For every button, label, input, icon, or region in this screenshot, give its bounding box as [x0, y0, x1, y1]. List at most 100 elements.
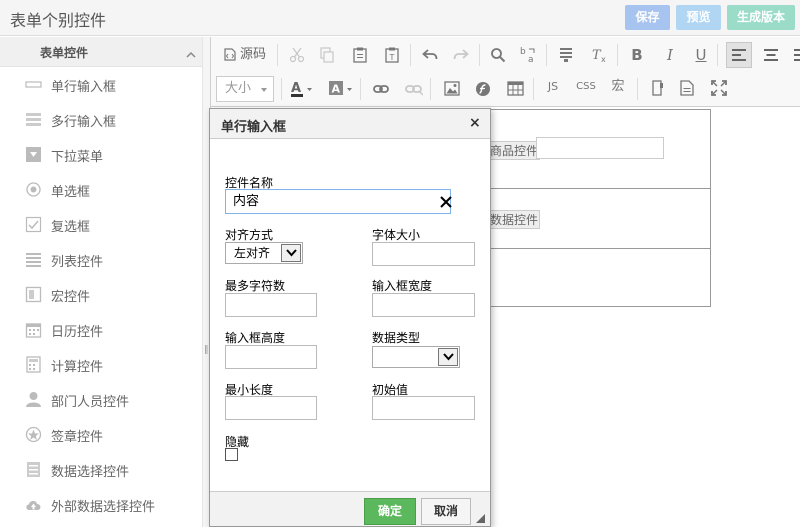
- svg-text:b: b: [520, 47, 526, 57]
- align-select[interactable]: 左对齐: [225, 242, 303, 264]
- control-name-value: 内容: [233, 194, 260, 209]
- clear-icon[interactable]: [440, 196, 452, 208]
- sidebar-item-department-user[interactable]: 部门人员控件: [0, 382, 200, 417]
- toolbar-separator: [533, 78, 534, 100]
- sidebar-item-label: 数据选择控件: [51, 465, 130, 480]
- table-icon[interactable]: [507, 81, 524, 96]
- copy-icon[interactable]: [319, 47, 335, 63]
- generate-version-button[interactable]: 生成版本: [727, 5, 795, 30]
- min-length-input[interactable]: [225, 396, 317, 420]
- image-icon[interactable]: [444, 81, 460, 96]
- font-color-icon[interactable]: A: [290, 79, 314, 99]
- font-size-placeholder: 大小: [225, 81, 252, 96]
- background-color-icon[interactable]: A: [328, 79, 354, 99]
- js-button[interactable]: JS: [544, 75, 562, 99]
- replace-icon[interactable]: ba: [520, 46, 538, 64]
- sidebar-item-radio[interactable]: 单选框: [0, 172, 200, 207]
- align-center-icon[interactable]: [764, 49, 778, 61]
- undo-icon[interactable]: [422, 47, 438, 63]
- sidebar-item-label: 外部数据选择控件: [51, 500, 156, 515]
- sidebar-item-label: 复选框: [51, 220, 91, 235]
- toolbar-separator: [546, 44, 547, 66]
- flash-icon[interactable]: [475, 81, 491, 97]
- cancel-button[interactable]: 取消: [421, 498, 471, 525]
- sidebar-item-label: 下拉菜单: [51, 150, 104, 165]
- document-icon[interactable]: [680, 80, 694, 96]
- format-block-icon[interactable]: [558, 47, 574, 63]
- sidebar-item-list[interactable]: 列表控件: [0, 242, 200, 277]
- unlink-icon[interactable]: [405, 82, 423, 96]
- clear-format-icon[interactable]: Tx: [591, 47, 608, 63]
- source-icon: [224, 48, 236, 61]
- sidebar-item-seal[interactable]: 签章控件: [0, 417, 200, 452]
- list-icon: [26, 253, 41, 267]
- align-right-icon[interactable]: [794, 49, 800, 61]
- sidebar-item-macro[interactable]: 宏控件: [0, 277, 200, 312]
- underline-button[interactable]: U: [693, 43, 709, 67]
- sidebar-item-multi-line-input[interactable]: 多行输入框: [0, 102, 200, 137]
- macro-button[interactable]: 宏: [610, 75, 626, 99]
- link-icon[interactable]: [373, 82, 389, 96]
- control-name-input[interactable]: 内容: [225, 189, 452, 214]
- toolbar-separator: [617, 44, 618, 66]
- dialog-header[interactable]: 单行输入框 ×: [210, 109, 490, 139]
- sidebar-item-calendar[interactable]: 日历控件: [0, 312, 200, 347]
- sidebar-item-dropdown[interactable]: 下拉菜单: [0, 137, 200, 172]
- toolbar-separator: [430, 78, 431, 100]
- toolbar-separator: [410, 44, 411, 66]
- toolbar-separator: [479, 44, 480, 66]
- sidebar-title: 表单控件: [40, 46, 89, 60]
- cut-icon[interactable]: [289, 47, 305, 63]
- source-button[interactable]: 源码: [220, 43, 272, 67]
- css-button[interactable]: CSS: [575, 75, 597, 99]
- sidebar-item-label: 签章控件: [51, 430, 104, 445]
- close-icon[interactable]: ×: [469, 115, 481, 131]
- align-left-button[interactable]: [726, 42, 752, 68]
- save-button[interactable]: 保存: [625, 5, 670, 30]
- paste-text-icon[interactable]: T: [384, 47, 400, 63]
- sidebar-item-label: 列表控件: [51, 255, 104, 270]
- svg-text:A: A: [332, 83, 341, 96]
- print-icon[interactable]: [649, 80, 665, 96]
- toolbar-separator: [637, 78, 638, 100]
- align-left-icon: [732, 49, 746, 61]
- macro-icon: [25, 286, 42, 303]
- input-height-input[interactable]: [225, 345, 317, 369]
- paste-icon[interactable]: [352, 47, 368, 63]
- sidebar-item-label: 计算控件: [51, 360, 104, 375]
- data-type-label: 数据类型: [372, 331, 421, 345]
- input-width-input[interactable]: [372, 293, 475, 317]
- italic-button[interactable]: I: [662, 43, 678, 67]
- top-header: 表单个别控件 保存 预览 生成版本: [0, 0, 800, 36]
- resize-grip-icon[interactable]: [476, 514, 485, 523]
- single-line-input-icon: [25, 81, 42, 88]
- sidebar-item-data-select[interactable]: 数据选择控件: [0, 452, 200, 487]
- font-size-select[interactable]: 大小: [216, 76, 274, 102]
- preview-button[interactable]: 预览: [676, 5, 721, 30]
- calendar-icon: [25, 323, 42, 338]
- data-type-select[interactable]: [372, 346, 460, 368]
- search-icon[interactable]: [490, 47, 506, 63]
- max-chars-input[interactable]: [225, 293, 317, 317]
- editor-toolbar: 源码 T ba Tx B I U 大小 A A JS CSS 宏: [211, 37, 800, 107]
- initial-value-input[interactable]: [372, 396, 475, 420]
- toolbar-separator: [717, 44, 718, 66]
- chevron-up-icon[interactable]: [186, 50, 196, 60]
- product-control-input[interactable]: [536, 137, 664, 159]
- sidebar-item-checkbox[interactable]: 复选框: [0, 207, 200, 242]
- fullscreen-icon[interactable]: [711, 80, 727, 96]
- sidebar-item-single-line-input[interactable]: 单行输入框: [0, 67, 200, 102]
- bold-button[interactable]: B: [629, 43, 645, 67]
- font-size-input[interactable]: [372, 242, 475, 266]
- max-chars-label: 最多字符数: [225, 279, 286, 293]
- sidebar-item-external-data-select[interactable]: 外部数据选择控件: [0, 487, 200, 522]
- product-control-label: 商品控件: [488, 141, 541, 160]
- ok-button[interactable]: 确定: [364, 498, 416, 525]
- sidebar-item-calculator[interactable]: 计算控件: [0, 347, 200, 382]
- hidden-checkbox[interactable]: [225, 448, 238, 461]
- redo-icon[interactable]: [453, 47, 469, 63]
- dropdown-button: [281, 244, 301, 262]
- grip-icon: ‖: [204, 345, 209, 355]
- seal-icon: [25, 426, 42, 443]
- chevron-down-icon: [443, 353, 454, 361]
